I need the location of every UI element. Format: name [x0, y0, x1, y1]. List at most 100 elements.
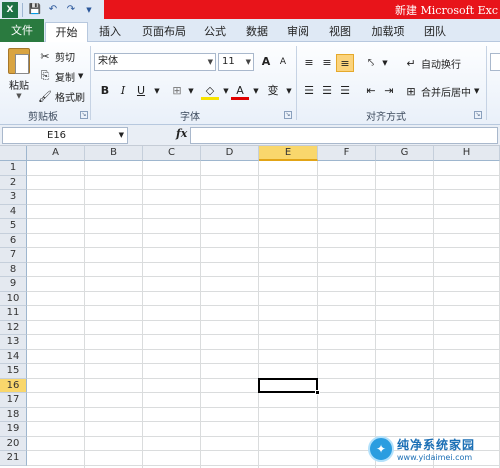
italic-button[interactable]: I — [114, 82, 132, 100]
tab-formulas[interactable]: 公式 — [198, 22, 232, 42]
save-icon[interactable]: 💾 — [27, 2, 43, 18]
format-painter-button[interactable]: 🖌 格式刷 — [38, 87, 85, 105]
row-header-7[interactable]: 7 — [0, 248, 27, 263]
formula-input[interactable] — [190, 127, 498, 144]
group-divider — [296, 46, 297, 120]
chevron-down-icon[interactable]: ▼ — [182, 82, 200, 100]
worksheet-grid[interactable]: A B C D E F G H 1 2 3 4 5 6 7 8 9 10 11 12 13 14 15 16 17 18 19 20 2… — [0, 146, 500, 468]
row-header-21[interactable]: 21 — [0, 451, 27, 466]
font-size-value: 11 — [222, 56, 235, 67]
row-header-17[interactable]: 17 — [0, 393, 27, 408]
alignment-launcher-icon[interactable]: ↘ — [474, 111, 482, 119]
chevron-down-icon[interactable]: ▼ — [247, 82, 265, 100]
row-header-6[interactable]: 6 — [0, 233, 27, 248]
wrap-text-button[interactable]: ↵ 自动换行 — [404, 54, 461, 72]
select-all-corner[interactable] — [0, 146, 27, 161]
row-header-10[interactable]: 10 — [0, 291, 27, 306]
row-header-4[interactable]: 4 — [0, 204, 27, 219]
tab-home[interactable]: 开始 — [45, 22, 88, 43]
customize-qat-icon[interactable]: ▼ — [81, 2, 97, 18]
column-header-b[interactable]: B — [85, 146, 143, 161]
tab-insert[interactable]: 插入 — [92, 22, 128, 42]
merge-center-button[interactable]: ⊞ 合并后居中 ▼ — [404, 82, 479, 100]
group-divider — [486, 46, 487, 120]
watermark-url: www.yidaimei.com — [397, 453, 473, 462]
row-header-5[interactable]: 5 — [0, 219, 27, 234]
row-header-8[interactable]: 8 — [0, 262, 27, 277]
row-header-13[interactable]: 13 — [0, 335, 27, 350]
align-center-icon[interactable]: ☰ — [318, 82, 336, 100]
format-painter-label: 格式刷 — [55, 92, 85, 104]
row-header-16[interactable]: 16 — [0, 378, 27, 393]
row-header-12[interactable]: 12 — [0, 320, 27, 335]
active-cell-e16[interactable] — [258, 378, 318, 393]
gridline-horizontal — [27, 334, 500, 335]
merge-center-label: 合并后居中 — [421, 87, 471, 99]
font-size-combo[interactable]: 11 ▼ — [218, 53, 254, 71]
gridline-horizontal — [27, 247, 500, 248]
column-header-d[interactable]: D — [201, 146, 259, 161]
row-header-19[interactable]: 19 — [0, 422, 27, 437]
row-header-15[interactable]: 15 — [0, 364, 27, 379]
excel-app-icon[interactable]: X — [2, 1, 18, 18]
chevron-down-icon[interactable]: ▼ — [148, 82, 166, 100]
column-header-h[interactable]: H — [434, 146, 500, 161]
name-box[interactable]: E16 ▼ — [2, 127, 128, 144]
gridline-horizontal — [27, 363, 500, 364]
row-header-9[interactable]: 9 — [0, 277, 27, 292]
chevron-down-icon[interactable]: ▼ — [376, 54, 394, 72]
wrap-text-icon: ↵ — [406, 56, 416, 70]
increase-indent-icon[interactable]: ⇥ — [380, 82, 398, 100]
cut-button[interactable]: ✂ 剪切 — [38, 47, 75, 65]
row-header-3[interactable]: 3 — [0, 190, 27, 205]
row-header-11[interactable]: 11 — [0, 306, 27, 321]
column-header-g[interactable]: G — [376, 146, 434, 161]
font-name-combo[interactable]: 宋体 ▼ — [94, 53, 216, 71]
grow-font-button[interactable]: A — [257, 53, 275, 71]
shrink-font-button[interactable]: A — [274, 53, 292, 71]
align-middle-icon[interactable]: ≡ — [318, 54, 336, 72]
gridline-horizontal — [27, 348, 500, 350]
tab-data[interactable]: 数据 — [240, 22, 274, 42]
title-highlight: 新建 Microsoft Exc — [104, 0, 500, 19]
row-header-14[interactable]: 14 — [0, 349, 27, 364]
copy-button[interactable]: ⎘ 复制 ▼ — [38, 67, 84, 85]
cut-label: 剪切 — [55, 52, 75, 64]
paste-label: 粘贴 — [9, 81, 29, 92]
tab-team[interactable]: 团队 — [418, 22, 452, 42]
decrease-indent-icon[interactable]: ⇤ — [362, 82, 380, 100]
font-launcher-icon[interactable]: ↘ — [284, 111, 292, 119]
tab-view[interactable]: 视图 — [323, 22, 357, 42]
align-left-icon[interactable]: ☰ — [300, 82, 318, 100]
tab-file[interactable]: 文件 — [0, 19, 44, 42]
tab-page-layout[interactable]: 页面布局 — [134, 22, 194, 42]
paintbrush-icon: 🖌 — [38, 89, 52, 103]
wrap-text-label: 自动换行 — [421, 59, 461, 71]
align-bottom-icon[interactable]: ≡ — [336, 54, 354, 72]
number-format-combo[interactable] — [490, 53, 500, 71]
column-header-f[interactable]: F — [318, 146, 376, 161]
paste-button[interactable]: 粘贴 ▼ — [4, 46, 34, 104]
align-top-icon[interactable]: ≡ — [300, 54, 318, 72]
clipboard-launcher-icon[interactable]: ↘ — [80, 111, 88, 119]
tab-add-ins[interactable]: 加载项 — [365, 22, 411, 42]
tab-review[interactable]: 审阅 — [281, 22, 315, 42]
undo-icon[interactable]: ↶ — [45, 2, 61, 18]
insert-function-icon[interactable]: fx — [176, 127, 187, 140]
merge-cells-icon: ⊞ — [406, 84, 416, 98]
column-header-e[interactable]: E — [259, 146, 318, 161]
column-header-c[interactable]: C — [143, 146, 201, 161]
redo-icon[interactable]: ↷ — [63, 2, 79, 18]
row-header-1[interactable]: 1 — [0, 161, 27, 176]
ribbon-tabs: 文件 开始 插入 页面布局 公式 数据 审阅 视图 加载项 团队 — [0, 19, 500, 43]
italic-label: I — [120, 84, 126, 97]
column-header-a[interactable]: A — [27, 146, 85, 161]
row-header-2[interactable]: 2 — [0, 175, 27, 190]
row-header-18[interactable]: 18 — [0, 407, 27, 422]
align-right-icon[interactable]: ☰ — [336, 82, 354, 100]
bold-button[interactable]: B — [96, 82, 114, 100]
font-color-label: A — [236, 84, 244, 97]
fill-handle[interactable] — [315, 390, 320, 395]
watermark-text: 纯净系统家园 www.yidaimei.com — [397, 436, 475, 462]
row-header-20[interactable]: 20 — [0, 436, 27, 451]
